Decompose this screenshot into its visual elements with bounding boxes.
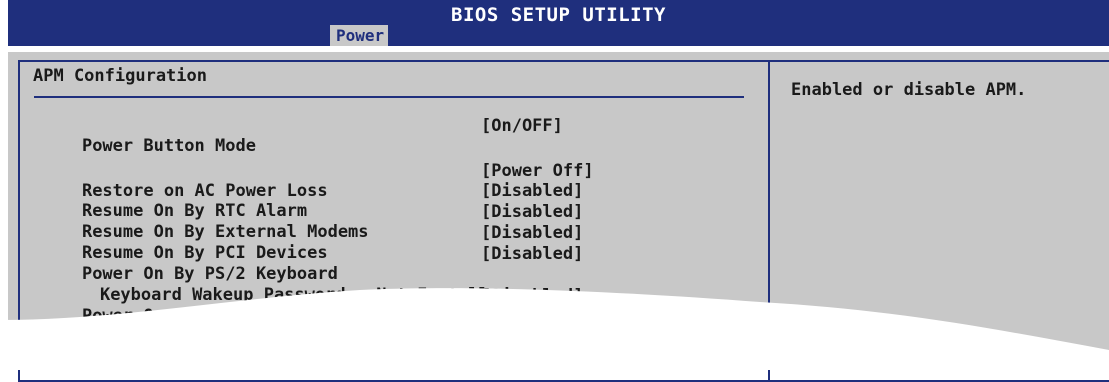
setting-keyboard-wakeup-password: Keyboard Wakeup Password : Not Installed [59, 265, 509, 305]
setting-label: Power Button Mode [81, 136, 256, 156]
tab-power[interactable]: Power [330, 25, 389, 46]
setting-label: Power On By PS/2 Mouse [81, 306, 308, 326]
setting-value[interactable]: [Disabled] [481, 181, 583, 201]
section-divider [34, 96, 744, 98]
setting-value[interactable]: [Disabled] [481, 286, 583, 306]
setting-value[interactable]: [Disabled] [481, 202, 583, 222]
setting-value[interactable]: [Disabled] [481, 223, 583, 243]
section-title: APM Configuration [33, 66, 207, 86]
title-bar: BIOS SETUP UTILITY Power [8, 0, 1109, 46]
window-title: BIOS SETUP UTILITY [451, 4, 666, 26]
setting-power-on-ps2-mouse[interactable]: Power On By PS/2 Mouse [Disabled] [41, 286, 583, 326]
content-panel: APM Configuration Power Button Mode [On/… [8, 52, 1109, 382]
setting-restore-ac-power-loss[interactable]: Restore on AC Power Loss [Power Off] [41, 161, 594, 201]
setting-power-on-ps2-keyboard[interactable]: Power On By PS/2 Keyboard [Disabled] [41, 244, 583, 284]
setting-power-button-mode[interactable]: Power Button Mode [On/OFF] [41, 116, 563, 156]
setting-value[interactable]: [On/OFF] [481, 116, 563, 136]
help-frame [768, 60, 1109, 382]
setting-resume-pci-devices[interactable]: Resume On By PCI Devices [Disabled] [41, 223, 583, 263]
help-text: Enabled or disable APM. [791, 80, 1027, 100]
setting-resume-external-modems[interactable]: Resume On By External Modems [Disabled] [41, 202, 583, 242]
setting-value[interactable]: [Disabled] [481, 244, 583, 264]
setting-value[interactable]: [Power Off] [481, 161, 594, 181]
setting-resume-rtc-alarm[interactable]: Resume On By RTC Alarm [Disabled] [41, 181, 583, 221]
